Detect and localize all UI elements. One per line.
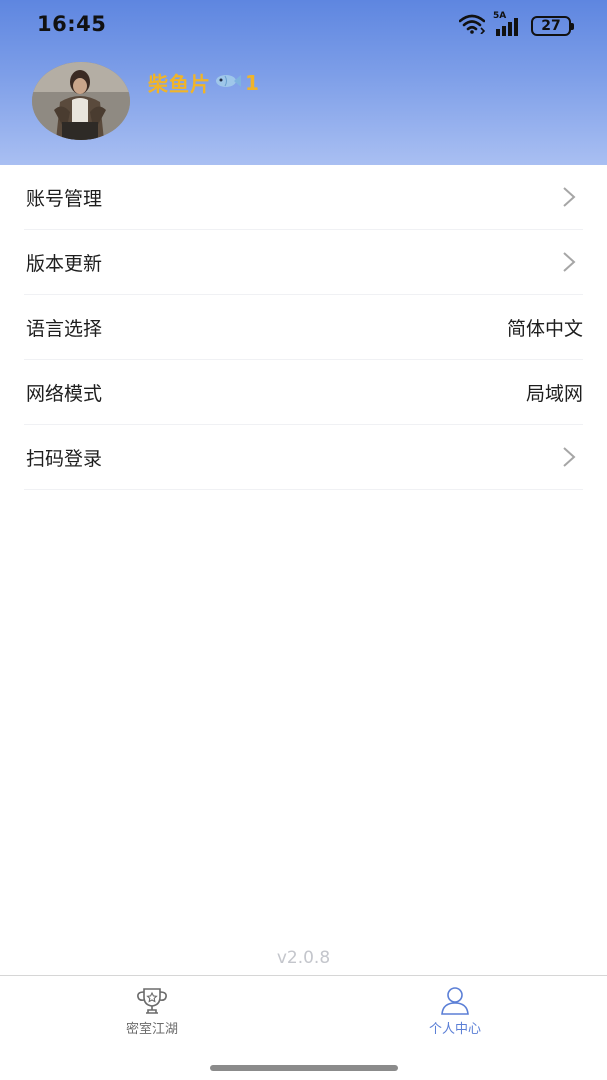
chevron-right-icon — [563, 252, 576, 272]
tab-escape-room[interactable]: 密室江湖 — [92, 986, 212, 1037]
language-value: 简体中文 — [506, 317, 583, 340]
status-bar: 16:45 5A 27 — [0, 0, 607, 50]
menu-item-update[interactable]: 版本更新 — [24, 230, 583, 295]
wifi-icon — [458, 14, 486, 38]
status-time: 16:45 — [37, 12, 107, 36]
person-icon — [441, 987, 469, 1015]
menu-item-label: 网络模式 — [26, 382, 103, 405]
settings-menu: 账号管理 版本更新 语言选择 简体中文 网络模式 局域网 扫码登录 — [0, 165, 607, 490]
cellular-signal: 5A — [493, 11, 523, 37]
username: 柴鱼片 — [148, 72, 211, 96]
menu-item-account[interactable]: 账号管理 — [24, 165, 583, 230]
menu-item-label: 扫码登录 — [26, 447, 103, 470]
trophy-icon — [137, 988, 167, 1014]
status-icons: 5A 27 — [458, 11, 574, 38]
avatar[interactable] — [32, 62, 130, 140]
menu-item-label: 版本更新 — [26, 252, 103, 275]
profile-header: 16:45 5A 27 柴鱼片 1 — [0, 0, 607, 165]
menu-item-label: 账号管理 — [26, 187, 103, 210]
tab-label: 密室江湖 — [125, 1022, 178, 1037]
menu-item-scan-login[interactable]: 扫码登录 — [24, 425, 583, 490]
battery-level: 27 — [541, 18, 561, 34]
chevron-right-icon — [563, 447, 576, 467]
menu-item-label: 语言选择 — [26, 317, 103, 340]
menu-item-language[interactable]: 语言选择 简体中文 — [24, 295, 583, 360]
app-version: v2.0.8 — [276, 948, 331, 968]
network-type: 5A — [493, 11, 507, 21]
username-suffix: 1 — [245, 70, 259, 95]
chevron-right-icon — [563, 187, 576, 207]
avatar-photo — [32, 62, 130, 140]
tab-label: 个人中心 — [428, 1022, 481, 1037]
tab-profile[interactable]: 个人中心 — [395, 986, 515, 1037]
username-row: 柴鱼片 1 — [148, 68, 259, 97]
home-indicator[interactable] — [210, 1065, 398, 1071]
fish-emoji — [215, 72, 241, 94]
menu-item-network[interactable]: 网络模式 局域网 — [24, 360, 583, 425]
network-mode-value: 局域网 — [525, 382, 583, 405]
battery-icon: 27 — [531, 16, 574, 36]
